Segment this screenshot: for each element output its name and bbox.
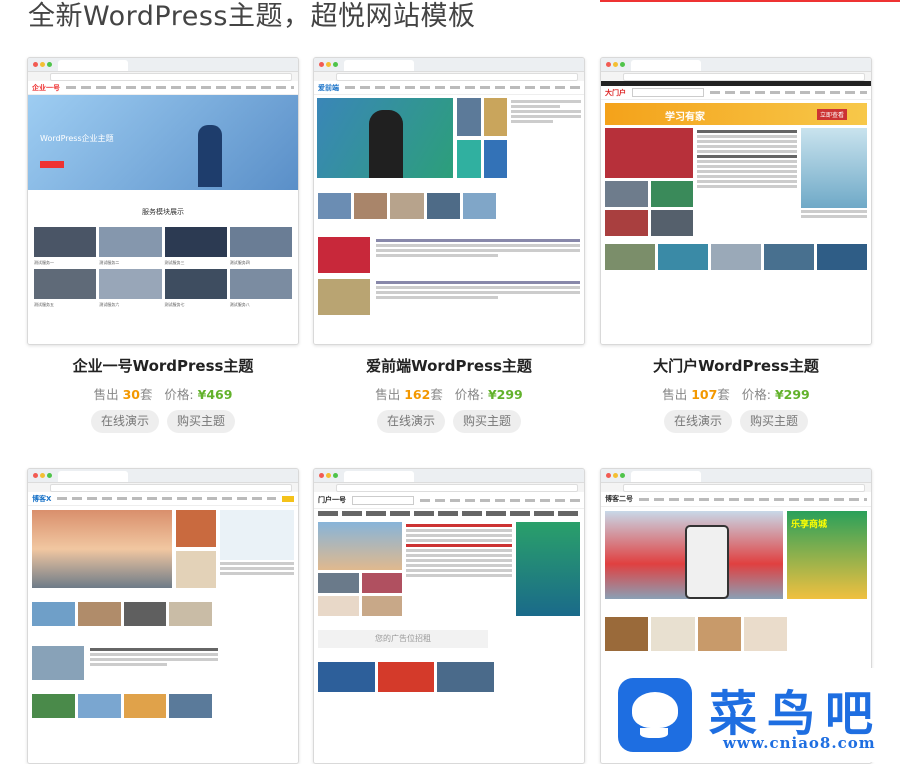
sold-count: 30 bbox=[122, 387, 140, 402]
preview-side-text: 乐享商城 bbox=[791, 520, 828, 530]
demo-button[interactable]: 在线演示 bbox=[377, 410, 445, 433]
theme-name[interactable]: 爱前端WordPress主题 bbox=[313, 355, 585, 376]
price-value: ¥469 bbox=[197, 387, 233, 402]
theme-preview-1[interactable]: 企业一号 WordPress企业主题 服务模块展示 测试服务一 测试服务二 测试服务… bbox=[27, 57, 299, 345]
sold-count: 107 bbox=[691, 387, 718, 402]
preview-logo: 企业一号 bbox=[32, 83, 60, 92]
preview-banner-cta: 立即查看 bbox=[816, 109, 847, 120]
preview-logo: 门户一号 bbox=[318, 496, 346, 504]
theme-stats: 售出 162套 价格: ¥299 bbox=[375, 387, 523, 402]
top-accent-line bbox=[600, 0, 900, 2]
theme-name[interactable]: 大门户WordPress主题 bbox=[600, 355, 872, 376]
price-value: ¥299 bbox=[774, 387, 810, 402]
preview-hero-text: WordPress企业主题 bbox=[40, 134, 114, 143]
buy-button[interactable]: 购买主题 bbox=[740, 410, 808, 433]
bird-logo-icon bbox=[618, 678, 692, 752]
preview-logo: 博客X bbox=[32, 494, 52, 503]
preview-ad-text: 您的广告位招租 bbox=[318, 630, 488, 648]
demo-button[interactable]: 在线演示 bbox=[91, 410, 159, 433]
theme-preview-3[interactable]: 大门户 学习有家 立即查看 bbox=[600, 57, 872, 345]
theme-preview-4[interactable]: 博客X bbox=[27, 468, 299, 764]
theme-name[interactable]: 企业一号WordPress主题 bbox=[27, 355, 299, 376]
page-title: 全新WordPress主题，超悦网站模板 bbox=[28, 1, 476, 32]
preview-logo: 大门户 bbox=[605, 88, 626, 97]
theme-stats: 售出 30套 价格: ¥469 bbox=[93, 387, 233, 402]
preview-logo: 博客二号 bbox=[605, 495, 633, 503]
preview-banner-text: 学习有家 bbox=[665, 112, 705, 123]
sold-count: 162 bbox=[404, 387, 431, 402]
buy-button[interactable]: 购买主题 bbox=[453, 410, 521, 433]
theme-preview-5[interactable]: 门户一号 您的广告位招租 bbox=[313, 468, 585, 764]
preview-logo: 爱前端 bbox=[318, 83, 339, 92]
watermark: 菜鸟吧 www.cniao8.com bbox=[605, 668, 900, 762]
theme-preview-2[interactable]: 爱前端 bbox=[313, 57, 585, 345]
watermark-url: www.cniao8.com bbox=[723, 734, 876, 752]
demo-button[interactable]: 在线演示 bbox=[664, 410, 732, 433]
preview-section-title: 服务模块展示 bbox=[142, 208, 184, 216]
buy-button[interactable]: 购买主题 bbox=[167, 410, 235, 433]
price-value: ¥299 bbox=[487, 387, 523, 402]
theme-stats: 售出 107套 价格: ¥299 bbox=[662, 387, 810, 402]
